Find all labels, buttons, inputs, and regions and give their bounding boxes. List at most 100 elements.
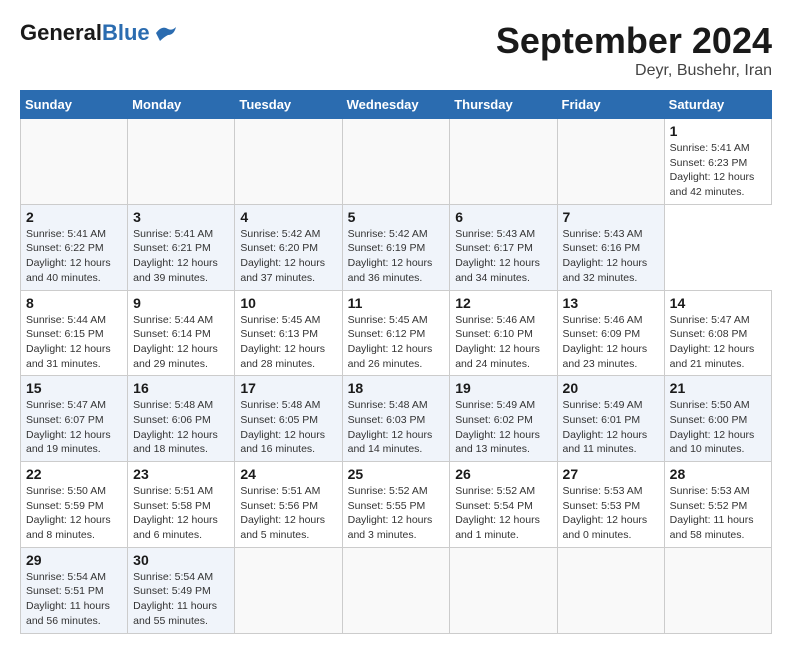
day-number: 30 xyxy=(133,552,229,568)
calendar-header-monday: Monday xyxy=(128,91,235,119)
calendar-day-24: 24 Sunrise: 5:51 AMSunset: 5:56 PMDayligh… xyxy=(235,462,342,548)
calendar-day-6: 6Sunrise: 5:43 AMSunset: 6:17 PMDaylight… xyxy=(450,204,557,290)
day-number: 6 xyxy=(455,209,551,225)
calendar-day-25: 25 Sunrise: 5:52 AMSunset: 5:55 PMDayligh… xyxy=(342,462,450,548)
calendar-week-3: 8Sunrise: 5:44 AMSunset: 6:15 PMDaylight… xyxy=(21,290,772,376)
day-number: 7 xyxy=(563,209,659,225)
day-number: 4 xyxy=(240,209,336,225)
calendar-day-5: 5Sunrise: 5:42 AMSunset: 6:19 PMDaylight… xyxy=(342,204,450,290)
day-number: 23 xyxy=(133,466,229,482)
calendar-day-4: 4 Sunrise: 5:42 AMSunset: 6:20 PMDaylight… xyxy=(235,204,342,290)
day-number: 12 xyxy=(455,295,551,311)
day-number: 21 xyxy=(670,380,766,396)
day-number: 16 xyxy=(133,380,229,396)
empty-cell xyxy=(557,119,664,205)
day-info: Sunrise: 5:50 AMSunset: 5:59 PMDaylight:… xyxy=(26,485,111,541)
day-number: 15 xyxy=(26,380,122,396)
day-info: Sunrise: 5:45 AMSunset: 6:12 PMDaylight:… xyxy=(348,314,433,370)
day-info: Sunrise: 5:41 AMSunset: 6:23 PMDaylight:… xyxy=(670,142,755,198)
empty-cell xyxy=(235,119,342,205)
calendar-day-30: 30 Sunrise: 5:54 AMSunset: 5:49 PMDayligh… xyxy=(128,547,235,633)
calendar-day-2: 2Sunrise: 5:41 AMSunset: 6:22 PMDaylight… xyxy=(21,204,128,290)
day-info: Sunrise: 5:49 AMSunset: 6:01 PMDaylight:… xyxy=(563,399,648,455)
calendar-header-row: SundayMondayTuesdayWednesdayThursdayFrid… xyxy=(21,91,772,119)
calendar-header-tuesday: Tuesday xyxy=(235,91,342,119)
day-number: 10 xyxy=(240,295,336,311)
calendar-day-18: 18Sunrise: 5:48 AMSunset: 6:03 PMDayligh… xyxy=(342,376,450,462)
calendar-week-4: 15 Sunrise: 5:47 AMSunset: 6:07 PMDayligh… xyxy=(21,376,772,462)
day-number: 29 xyxy=(26,552,122,568)
day-info: Sunrise: 5:42 AMSunset: 6:19 PMDaylight:… xyxy=(348,228,433,284)
calendar-day-7: 7 Sunrise: 5:43 AMSunset: 6:16 PMDaylight… xyxy=(557,204,664,290)
empty-cell xyxy=(21,119,128,205)
day-info: Sunrise: 5:46 AMSunset: 6:10 PMDaylight:… xyxy=(455,314,540,370)
day-number: 14 xyxy=(670,295,766,311)
day-info: Sunrise: 5:45 AMSunset: 6:13 PMDaylight:… xyxy=(240,314,325,370)
logo-text: GeneralBlue xyxy=(20,20,150,46)
calendar-day-9: 9 Sunrise: 5:44 AMSunset: 6:14 PMDaylight… xyxy=(128,290,235,376)
day-info: Sunrise: 5:48 AMSunset: 6:06 PMDaylight:… xyxy=(133,399,218,455)
calendar-day-27: 27 Sunrise: 5:53 AMSunset: 5:53 PMDayligh… xyxy=(557,462,664,548)
day-info: Sunrise: 5:46 AMSunset: 6:09 PMDaylight:… xyxy=(563,314,648,370)
day-number: 24 xyxy=(240,466,336,482)
day-number: 9 xyxy=(133,295,229,311)
calendar-day-22: 22Sunrise: 5:50 AMSunset: 5:59 PMDayligh… xyxy=(21,462,128,548)
empty-cell xyxy=(664,547,771,633)
calendar-header-saturday: Saturday xyxy=(664,91,771,119)
title-area: September 2024 Deyr, Bushehr, Iran xyxy=(496,20,772,80)
day-info: Sunrise: 5:52 AMSunset: 5:55 PMDaylight:… xyxy=(348,485,433,541)
empty-cell xyxy=(128,119,235,205)
logo-bird-icon xyxy=(154,25,176,41)
calendar-header-friday: Friday xyxy=(557,91,664,119)
empty-cell xyxy=(235,547,342,633)
day-info: Sunrise: 5:49 AMSunset: 6:02 PMDaylight:… xyxy=(455,399,540,455)
calendar-week-6: 29Sunrise: 5:54 AMSunset: 5:51 PMDayligh… xyxy=(21,547,772,633)
day-info: Sunrise: 5:41 AMSunset: 6:22 PMDaylight:… xyxy=(26,228,111,284)
day-info: Sunrise: 5:42 AMSunset: 6:20 PMDaylight:… xyxy=(240,228,325,284)
day-info: Sunrise: 5:54 AMSunset: 5:49 PMDaylight:… xyxy=(133,571,217,627)
day-info: Sunrise: 5:53 AMSunset: 5:53 PMDaylight:… xyxy=(563,485,648,541)
day-info: Sunrise: 5:44 AMSunset: 6:14 PMDaylight:… xyxy=(133,314,218,370)
day-number: 27 xyxy=(563,466,659,482)
calendar-day-21: 21Sunrise: 5:50 AMSunset: 6:00 PMDayligh… xyxy=(664,376,771,462)
day-number: 3 xyxy=(133,209,229,225)
calendar-header-thursday: Thursday xyxy=(450,91,557,119)
day-number: 17 xyxy=(240,380,336,396)
day-info: Sunrise: 5:51 AMSunset: 5:56 PMDaylight:… xyxy=(240,485,325,541)
day-number: 20 xyxy=(563,380,659,396)
day-number: 26 xyxy=(455,466,551,482)
calendar-day-17: 17Sunrise: 5:48 AMSunset: 6:05 PMDayligh… xyxy=(235,376,342,462)
day-info: Sunrise: 5:43 AMSunset: 6:16 PMDaylight:… xyxy=(563,228,648,284)
calendar-day-16: 16 Sunrise: 5:48 AMSunset: 6:06 PMDayligh… xyxy=(128,376,235,462)
day-number: 19 xyxy=(455,380,551,396)
calendar-week-2: 2Sunrise: 5:41 AMSunset: 6:22 PMDaylight… xyxy=(21,204,772,290)
calendar-day-20: 20 Sunrise: 5:49 AMSunset: 6:01 PMDayligh… xyxy=(557,376,664,462)
calendar-week-1: 1Sunrise: 5:41 AMSunset: 6:23 PMDaylight… xyxy=(21,119,772,205)
day-number: 18 xyxy=(348,380,445,396)
location: Deyr, Bushehr, Iran xyxy=(496,62,772,80)
calendar-day-29: 29Sunrise: 5:54 AMSunset: 5:51 PMDayligh… xyxy=(21,547,128,633)
day-number: 28 xyxy=(670,466,766,482)
calendar-day-8: 8Sunrise: 5:44 AMSunset: 6:15 PMDaylight… xyxy=(21,290,128,376)
logo-blue: Blue xyxy=(102,20,150,45)
calendar-day-23: 23Sunrise: 5:51 AMSunset: 5:58 PMDayligh… xyxy=(128,462,235,548)
empty-cell xyxy=(342,547,450,633)
calendar-day-28: 28Sunrise: 5:53 AMSunset: 5:52 PMDayligh… xyxy=(664,462,771,548)
calendar-day-15: 15 Sunrise: 5:47 AMSunset: 6:07 PMDayligh… xyxy=(21,376,128,462)
logo-general: General xyxy=(20,20,102,45)
calendar-day-3: 3 Sunrise: 5:41 AMSunset: 6:21 PMDaylight… xyxy=(128,204,235,290)
calendar-day-13: 13 Sunrise: 5:46 AMSunset: 6:09 PMDayligh… xyxy=(557,290,664,376)
day-info: Sunrise: 5:47 AMSunset: 6:07 PMDaylight:… xyxy=(26,399,111,455)
calendar-day-11: 11Sunrise: 5:45 AMSunset: 6:12 PMDayligh… xyxy=(342,290,450,376)
day-number: 25 xyxy=(348,466,445,482)
empty-cell xyxy=(557,547,664,633)
day-info: Sunrise: 5:41 AMSunset: 6:21 PMDaylight:… xyxy=(133,228,218,284)
empty-cell xyxy=(450,119,557,205)
day-number: 13 xyxy=(563,295,659,311)
empty-cell xyxy=(342,119,450,205)
day-number: 8 xyxy=(26,295,122,311)
day-info: Sunrise: 5:47 AMSunset: 6:08 PMDaylight:… xyxy=(670,314,755,370)
calendar-day-12: 12 Sunrise: 5:46 AMSunset: 6:10 PMDayligh… xyxy=(450,290,557,376)
calendar-day-19: 19 Sunrise: 5:49 AMSunset: 6:02 PMDayligh… xyxy=(450,376,557,462)
logo: GeneralBlue xyxy=(20,20,176,46)
